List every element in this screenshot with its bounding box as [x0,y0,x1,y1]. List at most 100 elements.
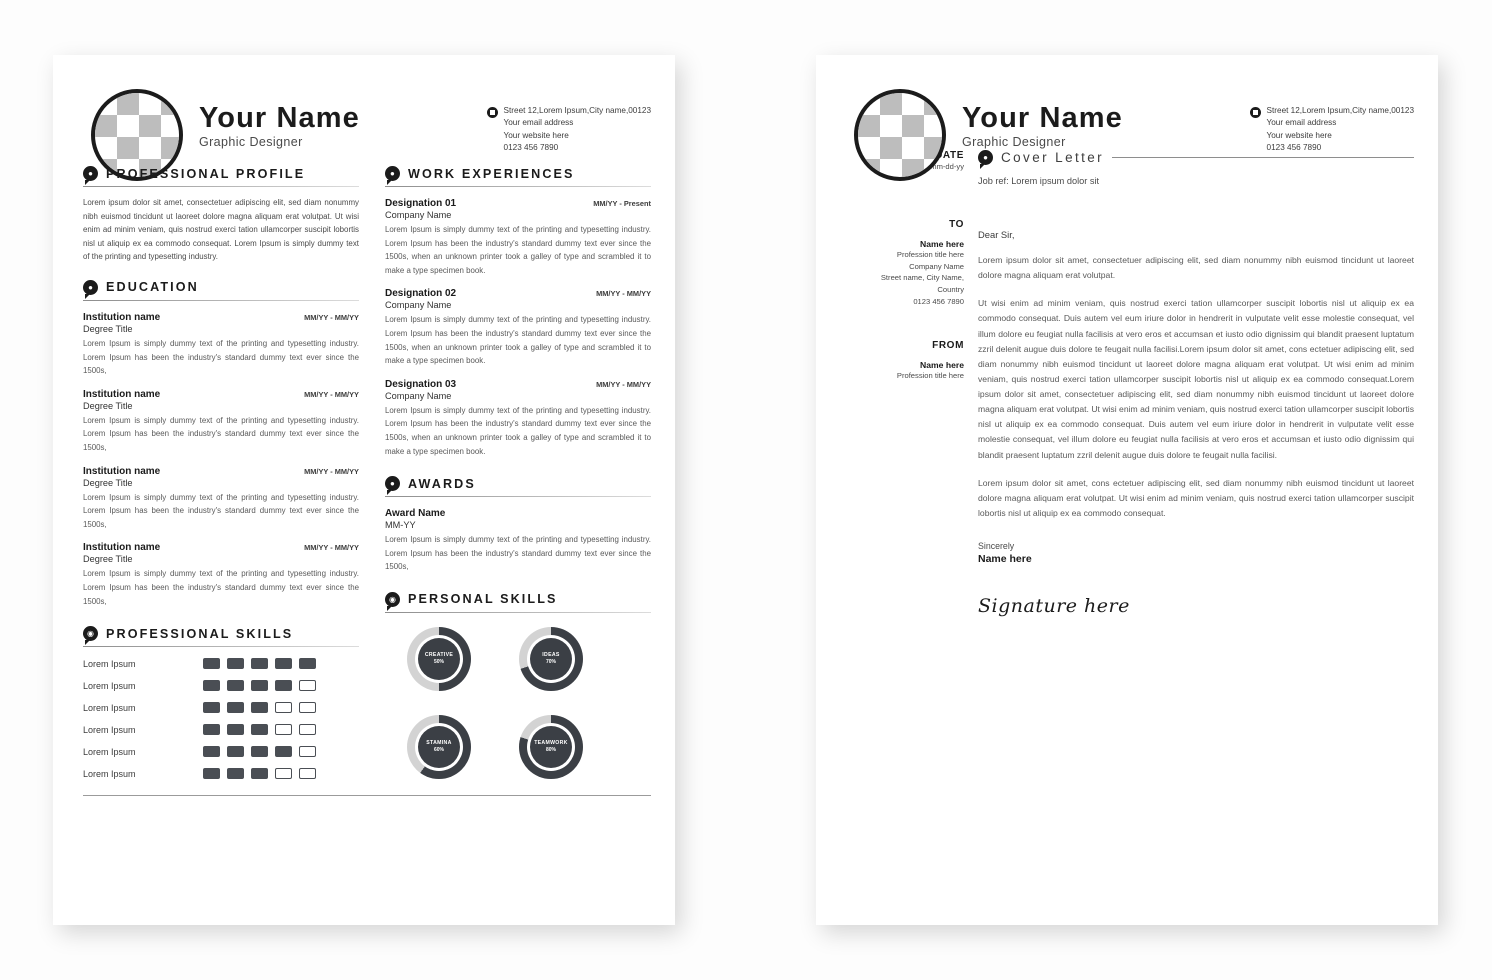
donut-label: STAMINA [426,740,452,747]
education-date: MM/YY - MM/YY [304,543,359,553]
donut-value: 50% [433,659,444,666]
work-description: Lorem Ipsum is simply dummy text of the … [384,405,651,456]
job-role-subtitle: Graphic Designer [199,135,303,150]
skill-row: Lorem Ipsum [83,746,359,758]
skill-level-boxes [203,724,316,736]
to-company: Company Name [909,261,964,271]
signature: Signature here [978,595,1130,617]
to-country: Country [937,285,964,295]
skill-level-boxes [203,658,316,670]
contact-email[interactable]: Your email address [504,117,651,129]
cover-letter-content: ● Cover Letter Job ref: Lorem ipsum dolo… [978,150,1414,617]
from-label: FROM [932,339,964,351]
work-date: MM/YY - MM/YY [596,379,651,389]
donut-label: IDEAS [542,652,560,659]
contact-website[interactable]: Your website here [1267,130,1414,142]
to-label: TO [949,218,964,230]
degree-title: Degree Title [83,477,133,488]
from-profession: Profession title here [896,370,964,380]
letter-paragraph: Lorem ipsum dolor sit amet, consectetuer… [978,255,1414,281]
contact-address: Street 12,Lorem Ipsum,City name,00123 [503,106,651,115]
professional-skills-list: Lorem Ipsum Lorem Ipsum Lorem Ipsum Lorem I… [83,658,359,780]
skill-box-empty [275,702,292,714]
skill-box-empty [275,768,292,780]
company-name: Company Name [384,210,452,220]
education-date: MM/YY - MM/YY [304,466,359,476]
skill-box-filled [251,746,268,758]
to-street: Street name, City Name, [880,273,964,283]
skill-box-filled [251,680,268,692]
skill-box-filled [203,724,220,736]
section-divider [384,186,651,187]
briefcase-badge-icon: ● [384,166,400,185]
skill-box-filled [251,768,268,780]
donut-label: CREATIVE [424,652,454,659]
to-name: Name here [920,238,964,249]
skill-label: Lorem Ipsum [83,768,136,779]
designation: Designation 01 [384,198,457,209]
skill-box-filled [275,680,292,692]
page-two-header: Your Name Graphic Designer Street 12,Lor… [816,55,1438,181]
contact-email[interactable]: Your email address [1267,117,1414,129]
closing-name: Name here [978,553,1032,565]
institution-name: Institution name [83,311,161,323]
skill-box-filled [227,680,244,692]
skill-level-boxes [203,746,316,758]
page-title: Your Name [962,102,1123,134]
education-description: Lorem Ipsum is simply dummy text of the … [83,415,359,452]
section-title: PROFESSIONAL SKILLS [106,626,294,641]
avatar [854,89,946,181]
checkerboard-placeholder-icon [95,93,179,177]
to-phone: 0123 456 7890 [913,296,964,306]
left-column: ● PROFESSIONAL PROFILE Lorem ipsum dolor… [83,150,359,780]
skill-donut: CREATIVE 50% [406,626,471,691]
cover-letter-body: DATE mm-dd-yy TO Name here Profession ti… [816,150,1438,617]
letter-paragraph: Lorem ipsum dolor sit amet, cons ectetue… [978,477,1414,518]
cover-letter-title: Cover Letter [1001,150,1105,165]
skill-box-filled [203,746,220,758]
personal-skills-donuts: CREATIVE 50% IDEAS 70% STAMINA 60% TEAMWORK 80% [385,626,651,779]
education-date: MM/YY - MM/YY [304,312,359,322]
cover-letter-rule [1112,157,1414,158]
gear-icon: ◉ [83,626,98,646]
award-entry: Award Name MM-YY Lorem Ipsum is simply d… [385,508,651,574]
profile-text: Lorem ipsum dolor sit amet, consectetuer… [83,198,359,262]
skill-level-boxes [203,702,316,714]
checkerboard-placeholder-icon [858,93,942,177]
canvas: Your Name Graphic Designer Street 12,Lor… [0,0,1492,980]
skill-row: Lorem Ipsum [83,702,359,714]
education-entry: Institution name MM/YY - MM/YY Degree Ti… [83,312,359,378]
donut-label: TEAMWORK [534,740,568,747]
section-awards: ● AWARDS Award Name MM-YY Lorem Ipsum is… [384,476,651,574]
donut-value: 60% [433,747,444,754]
contact-phone: 0123 456 7890 [1266,143,1322,153]
institution-name: Institution name [83,388,161,400]
section-education: ● EDUCATION Institution name MM/YY - MM/… [83,279,359,608]
skill-box-empty [299,746,316,758]
donut-hub: CREATIVE 50% [417,637,460,680]
designation: Designation 03 [384,378,457,390]
contact-website[interactable]: Your website here [504,130,651,142]
skill-level-boxes [203,768,316,780]
skill-box-filled [275,658,292,670]
section-title: PERSONAL SKILLS [407,592,558,607]
section-divider [83,186,359,187]
donut-value: 70% [545,659,556,666]
skill-donut: STAMINA 60% [406,714,471,779]
trophy-badge-icon: ● [384,476,400,496]
company-name: Company Name [384,390,452,401]
contact-address: Street 12,Lorem Ipsum,City name,00123 [1266,106,1414,115]
section-title: PROFESSIONAL PROFILE [106,166,306,181]
salutation: Dear Sir, [978,229,1015,240]
skill-box-empty [299,702,316,714]
page-one-columns: ● PROFESSIONAL PROFILE Lorem ipsum dolor… [53,150,675,780]
skill-box-empty [299,724,316,736]
work-date: MM/YY - Present [593,199,651,208]
skill-box-filled [227,658,244,670]
target-badge-icon: ◉ [384,591,400,611]
from-name: Name here [920,359,964,370]
section-personal-skills: ◉ PERSONAL SKILLS CREATIVE 50% IDEAS 70% STA… [384,591,651,779]
user-badge-icon: ● [83,166,98,185]
page-one-footer-divider [83,795,651,797]
skill-box-empty [299,768,316,780]
